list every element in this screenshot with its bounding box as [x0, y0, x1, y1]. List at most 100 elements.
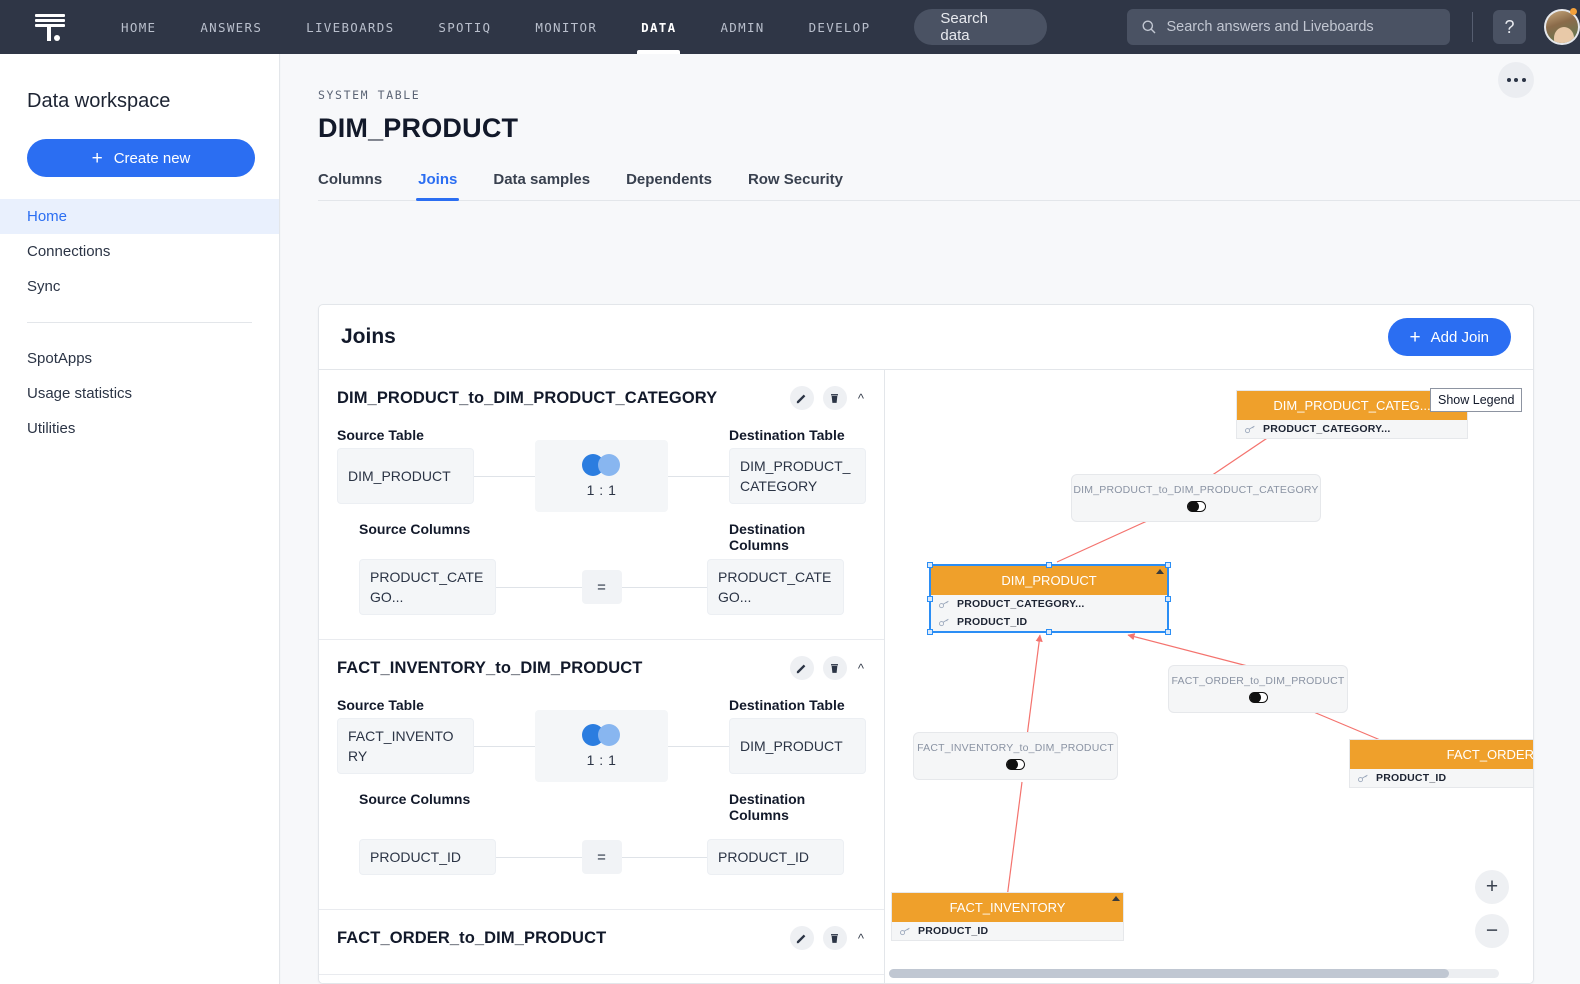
node-column: PRODUCT_ID [892, 922, 1123, 940]
nav-item-admin[interactable]: ADMIN [698, 0, 786, 54]
join-venn-icon [581, 454, 622, 476]
notification-dot-icon [1570, 8, 1577, 15]
app-logo[interactable] [0, 11, 99, 43]
collapse-join-chevron-up-icon[interactable]: ^ [856, 661, 866, 676]
nav-item-answers[interactable]: ANSWERS [178, 0, 284, 54]
resize-handle[interactable] [927, 595, 933, 602]
joins-panel: Joins + Add Join DIM_PRODUCT_to_DIM_PROD… [318, 304, 1534, 984]
global-search-input[interactable]: Search answers and Liveboards [1126, 9, 1450, 45]
join-card-title: FACT_ORDER_to_DIM_PRODUCT [337, 928, 607, 947]
node-header: DIM_PRODUCT [931, 566, 1167, 595]
more-dot-icon [1521, 78, 1526, 82]
primary-nav-items: HOME ANSWERS LIVEBOARDS SPOTIQ MONITOR D… [99, 0, 892, 54]
destination-columns-label: Destination Columns [729, 521, 806, 553]
create-new-button[interactable]: + Create new [27, 139, 255, 177]
delete-join-button[interactable] [822, 926, 847, 950]
tab-data-samples[interactable]: Data samples [493, 171, 609, 200]
resize-handle[interactable] [1165, 629, 1171, 635]
join-diagram-canvas[interactable]: DIM_PRODUCT_CATEG... PRODUCT_CATEGORY...… [884, 369, 1533, 983]
resize-handle[interactable] [1165, 595, 1171, 602]
node-header: FACT_ORDER [1350, 740, 1533, 769]
tab-joins[interactable]: Joins [416, 171, 476, 201]
more-options-button[interactable] [1498, 62, 1534, 98]
cardinality-label: 1 : 1 [586, 752, 617, 768]
resize-handle[interactable] [1046, 629, 1052, 635]
tab-columns[interactable]: Columns [318, 171, 401, 200]
source-columns-label: Source Columns [359, 521, 471, 537]
sidebar-item-usage-statistics[interactable]: Usage statistics [0, 376, 279, 411]
diagram-node-fact-inventory[interactable]: FACT_INVENTORY PRODUCT_ID [891, 892, 1124, 941]
source-table-value: DIM_PRODUCT [337, 448, 474, 504]
cardinality-label: 1 : 1 [586, 482, 617, 498]
nav-item-data[interactable]: DATA [619, 0, 698, 54]
resize-handle[interactable] [927, 562, 933, 568]
joins-panel-title: Joins [341, 325, 396, 348]
resize-handle[interactable] [1046, 562, 1052, 568]
nav-item-spotiq[interactable]: SPOTIQ [416, 0, 513, 54]
join-box-toggle[interactable] [1186, 500, 1206, 512]
node-column-label: PRODUCT_CATEGORY... [957, 598, 1085, 610]
join-cardinality: 1 : 1 [535, 440, 668, 512]
nav-item-monitor[interactable]: MONITOR [513, 0, 619, 54]
plus-icon: + [91, 147, 103, 169]
nav-item-liveboards[interactable]: LIVEBOARDS [284, 0, 416, 54]
destination-columns-label: Destination Columns [729, 791, 806, 823]
edit-join-button[interactable] [789, 656, 814, 680]
nav-item-home[interactable]: HOME [99, 0, 178, 54]
node-column-label: PRODUCT_ID [957, 616, 1028, 628]
sidebar-item-spotapps[interactable]: SpotApps [0, 341, 279, 376]
connector-right [668, 448, 729, 504]
join-cardinality: 1 : 1 [535, 710, 668, 782]
zoom-in-button[interactable]: + [1475, 870, 1509, 904]
diagram-join-box-fact-inventory-to-dim-product[interactable]: FACT_INVENTORY_to_DIM_PRODUCT [913, 732, 1118, 780]
sidebar-divider [27, 322, 252, 323]
sidebar-item-sync[interactable]: Sync [0, 269, 279, 304]
global-search-placeholder: Search answers and Liveboards [1166, 19, 1374, 35]
tab-row-security[interactable]: Row Security [748, 171, 862, 200]
tab-dependents[interactable]: Dependents [626, 171, 731, 200]
destination-column-value: PRODUCT_CATEGO... [707, 558, 844, 616]
scrollbar-thumb[interactable] [889, 969, 1449, 978]
edit-join-button[interactable] [789, 386, 814, 410]
diagram-join-box-fact-order-to-dim-product[interactable]: FACT_ORDER_to_DIM_PRODUCT [1168, 665, 1348, 713]
edit-join-button[interactable] [789, 926, 814, 950]
header-divider [1471, 12, 1473, 42]
page-kicker: SYSTEM TABLE [318, 88, 421, 102]
create-new-label: Create new [113, 149, 191, 167]
trash-icon [831, 933, 839, 943]
add-join-button[interactable]: + Add Join [1387, 318, 1511, 356]
delete-join-button[interactable] [822, 656, 847, 680]
destination-table-value: DIM_PRODUCT_CATEGORY [729, 448, 866, 504]
resize-handle[interactable] [1165, 562, 1171, 568]
delete-join-button[interactable] [822, 386, 847, 410]
connector-left [474, 448, 535, 504]
resize-handle[interactable] [927, 629, 933, 635]
show-legend-tooltip[interactable]: Show Legend [1430, 388, 1523, 412]
diagram-join-box-dim-product-to-dim-product-category[interactable]: DIM_PRODUCT_to_DIM_PRODUCT_CATEGORY [1071, 474, 1321, 522]
diagram-node-dim-product[interactable]: DIM_PRODUCT PRODUCT_CATEGORY... PRODUCT_… [927, 562, 1171, 635]
node-column: PRODUCT_CATEGORY... [1237, 420, 1467, 438]
search-data-button[interactable]: Search data [914, 9, 1047, 45]
zoom-out-button[interactable]: − [1475, 914, 1509, 948]
diagram-node-fact-order[interactable]: FACT_ORDER PRODUCT_ID [1349, 739, 1533, 788]
help-button[interactable]: ? [1492, 10, 1527, 44]
join-box-toggle[interactable] [1006, 758, 1025, 770]
node-collapse-icon[interactable] [1112, 896, 1120, 901]
node-collapse-icon[interactable] [1156, 569, 1164, 574]
joins-panel-header: Joins + Add Join [319, 305, 1533, 369]
collapse-join-chevron-up-icon[interactable]: ^ [856, 391, 866, 406]
nav-item-develop[interactable]: DEVELOP [787, 0, 893, 54]
join-box-toggle[interactable] [1248, 691, 1268, 703]
sidebar-item-connections[interactable]: Connections [0, 234, 279, 269]
join-card: DIM_PRODUCT_to_DIM_PRODUCT_CATEGORY ^ So… [319, 370, 884, 640]
canvas-horizontal-scrollbar[interactable] [889, 969, 1499, 978]
joins-panel-body: DIM_PRODUCT_to_DIM_PRODUCT_CATEGORY ^ So… [319, 369, 1533, 983]
sidebar-item-utilities[interactable]: Utilities [0, 411, 279, 446]
collapse-join-chevron-up-icon[interactable]: ^ [856, 931, 866, 946]
join-card-header: FACT_INVENTORY_to_DIM_PRODUCT ^ [337, 656, 866, 680]
columns-row: PRODUCT_CATEGO... = PRODUCT_CATEGO... [337, 558, 866, 616]
sidebar-primary-list: Home Connections Sync [0, 199, 279, 304]
sidebar-item-home[interactable]: Home [0, 199, 279, 234]
destination-table-label: Destination Table [729, 427, 845, 443]
tables-row: FACT_INVENTORY 1 : 1 DIM_PRODUCT [337, 710, 866, 782]
